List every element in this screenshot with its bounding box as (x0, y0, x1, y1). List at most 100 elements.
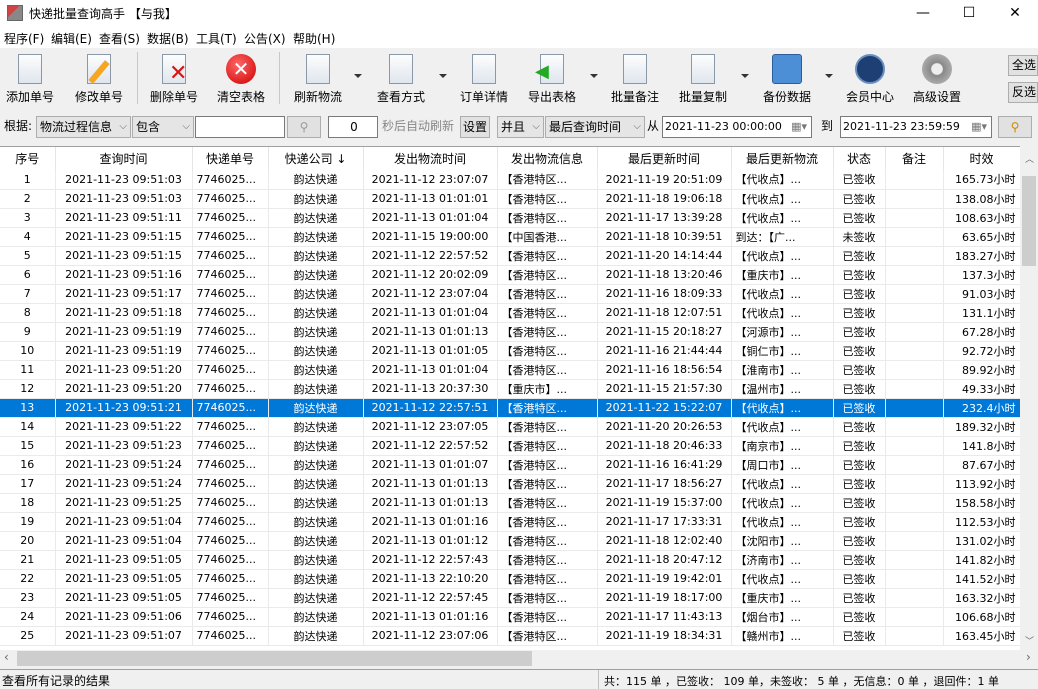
table-row[interactable]: 182021-11-23 09:51:257746025...韵达快递2021-… (0, 493, 1020, 512)
menu-notice[interactable]: 公告(X) (244, 30, 286, 47)
backup-dropdown-icon[interactable] (825, 74, 833, 78)
table-row[interactable]: 172021-11-23 09:51:247746025...韵达快递2021-… (0, 474, 1020, 493)
menu-tools[interactable]: 工具(T) (196, 30, 237, 47)
vertical-scroll-thumb[interactable] (1022, 176, 1036, 266)
add-button[interactable]: 添加单号 (0, 52, 63, 108)
field-select[interactable]: 物流过程信息 (36, 116, 131, 138)
close-button[interactable]: ✕ (992, 0, 1038, 27)
table-cell: 7746025... (192, 512, 268, 531)
scroll-right-icon[interactable]: › (1026, 650, 1031, 664)
logic-select[interactable]: 并且 (497, 116, 544, 138)
scroll-up-icon[interactable]: ︿ (1025, 152, 1034, 165)
table-row[interactable]: 242021-11-23 09:51:067746025...韵达快递2021-… (0, 607, 1020, 626)
table-row[interactable]: 32021-11-23 09:51:117746025...韵达快递2021-1… (0, 208, 1020, 227)
backup-button[interactable]: 备份数据 (754, 52, 820, 108)
time-field-select[interactable]: 最后查询时间 (545, 116, 645, 138)
scroll-icon (623, 54, 647, 84)
operator-select[interactable]: 包含 (132, 116, 194, 138)
table-row[interactable]: 12021-11-23 09:51:037746025...韵达快递2021-1… (0, 170, 1020, 189)
column-header[interactable]: 备注 (885, 147, 943, 170)
maximize-button[interactable]: ☐ (946, 0, 992, 27)
table-row[interactable]: 102021-11-23 09:51:197746025...韵达快递2021-… (0, 341, 1020, 360)
column-header[interactable]: 时效 (943, 147, 1020, 170)
horizontal-scrollbar[interactable]: ‹ › (0, 650, 1038, 667)
from-date-picker[interactable]: 2021-11-23 00:00:00 ▦▾ (662, 116, 812, 138)
column-header[interactable]: 最后更新时间 (597, 147, 731, 170)
menu-program[interactable]: 程序(F) (4, 30, 44, 47)
table-row[interactable]: 22021-11-23 09:51:037746025...韵达快递2021-1… (0, 189, 1020, 208)
view-dropdown-icon[interactable] (439, 74, 447, 78)
clear-button[interactable]: ✕清空表格 (208, 52, 274, 108)
table-cell: 韵达快递 (268, 531, 363, 550)
menu-edit[interactable]: 编辑(E) (51, 30, 92, 47)
refresh-button[interactable]: 刷新物流 (285, 52, 351, 108)
table-row[interactable]: 42021-11-23 09:51:157746025...韵达快递2021-1… (0, 227, 1020, 246)
advanced-settings-button[interactable]: 高级设置 (904, 52, 970, 108)
column-header[interactable]: 状态 (833, 147, 885, 170)
table-row[interactable]: 62021-11-23 09:51:167746025...韵达快递2021-1… (0, 265, 1020, 284)
to-date-picker[interactable]: 2021-11-23 23:59:59▦▾ (840, 116, 992, 138)
table-cell: 2021-11-19 18:34:31 (597, 626, 731, 645)
table-row[interactable]: 52021-11-23 09:51:157746025...韵达快递2021-1… (0, 246, 1020, 265)
calendar-icon[interactable]: ▦▾ (971, 117, 987, 137)
table-cell: 已签收 (833, 588, 885, 607)
table-row[interactable]: 142021-11-23 09:51:227746025...韵达快递2021-… (0, 417, 1020, 436)
column-header[interactable]: 发出物流信息 (497, 147, 597, 170)
table-cell: 2021-11-12 23:07:06 (363, 626, 497, 645)
select-all-button[interactable]: 全选 (1008, 55, 1038, 76)
export-dropdown-icon[interactable] (590, 74, 598, 78)
table-row[interactable]: 202021-11-23 09:51:047746025...韵达快递2021-… (0, 531, 1020, 550)
invert-selection-button[interactable]: 反选 (1008, 82, 1038, 103)
export-button[interactable]: ◀导出表格 (519, 52, 585, 108)
table-cell: 2021-11-13 01:01:01 (363, 189, 497, 208)
search-button[interactable]: ⚲ (998, 116, 1032, 138)
table-row[interactable]: 222021-11-23 09:51:057746025...韵达快递2021-… (0, 569, 1020, 588)
column-header[interactable]: 快递公司 ↓ (268, 147, 363, 170)
scroll-down-icon[interactable]: ﹀ (1025, 634, 1034, 647)
set-button[interactable]: 设置 (460, 116, 490, 138)
calendar-icon[interactable]: ▦▾ (791, 117, 807, 137)
delete-button[interactable]: ✕删除单号 (141, 52, 207, 108)
table-row[interactable]: 252021-11-23 09:51:077746025...韵达快递2021-… (0, 626, 1020, 645)
table-row[interactable]: 152021-11-23 09:51:237746025...韵达快递2021-… (0, 436, 1020, 455)
table-row[interactable]: 162021-11-23 09:51:247746025...韵达快递2021-… (0, 455, 1020, 474)
table-cell: 已签收 (833, 531, 885, 550)
results-table: 序号查询时间快递单号快递公司 ↓发出物流时间发出物流信息最后更新时间最后更新物流… (0, 146, 1020, 650)
vertical-scrollbar[interactable]: ︿ ﹀ (1020, 146, 1038, 650)
from-date-value: 2021-11-23 00:00:00 (665, 120, 782, 133)
table-row[interactable]: 232021-11-23 09:51:057746025...韵达快递2021-… (0, 588, 1020, 607)
scroll-left-icon[interactable]: ‹ (4, 650, 9, 664)
table-row[interactable]: 192021-11-23 09:51:047746025...韵达快递2021-… (0, 512, 1020, 531)
table-row[interactable]: 72021-11-23 09:51:177746025...韵达快递2021-1… (0, 284, 1020, 303)
edit-button[interactable]: 修改单号 (66, 52, 132, 108)
member-center-button[interactable]: 会员中心 (837, 52, 903, 108)
column-header[interactable]: 最后更新物流 (731, 147, 833, 170)
batch-copy-button[interactable]: 批量复制 (670, 52, 736, 108)
column-header[interactable]: 发出物流时间 (363, 147, 497, 170)
table-row[interactable]: 112021-11-23 09:51:207746025...韵达快递2021-… (0, 360, 1020, 379)
table-row[interactable]: 82021-11-23 09:51:187746025...韵达快递2021-1… (0, 303, 1020, 322)
copy-dropdown-icon[interactable] (741, 74, 749, 78)
table-cell: 【代收点】... (731, 303, 833, 322)
keyword-input[interactable] (195, 116, 285, 138)
menu-help[interactable]: 帮助(H) (293, 30, 335, 47)
menu-view[interactable]: 查看(S) (99, 30, 140, 47)
order-detail-button[interactable]: 订单详情 (451, 52, 517, 108)
column-header[interactable]: 快递单号 (192, 147, 268, 170)
minimize-button[interactable]: — (900, 0, 946, 27)
table-cell: 【香港特区... (497, 360, 597, 379)
batch-note-button[interactable]: 批量备注 (602, 52, 668, 108)
refresh-dropdown-icon[interactable] (354, 74, 362, 78)
table-row[interactable]: 212021-11-23 09:51:057746025...韵达快递2021-… (0, 550, 1020, 569)
column-header[interactable]: 序号 (0, 147, 55, 170)
table-cell: 21 (0, 550, 55, 569)
table-row[interactable]: 132021-11-23 09:51:217746025...韵达快递2021-… (0, 398, 1020, 417)
refresh-interval-input[interactable]: 0 (328, 116, 378, 138)
table-row[interactable]: 122021-11-23 09:51:207746025...韵达快递2021-… (0, 379, 1020, 398)
search-icon[interactable]: ⚲ (287, 116, 321, 138)
view-mode-button[interactable]: 查看方式 (368, 52, 434, 108)
column-header[interactable]: 查询时间 (55, 147, 192, 170)
table-row[interactable]: 92021-11-23 09:51:197746025...韵达快递2021-1… (0, 322, 1020, 341)
horizontal-scroll-thumb[interactable] (17, 651, 532, 666)
menu-data[interactable]: 数据(B) (147, 30, 189, 47)
